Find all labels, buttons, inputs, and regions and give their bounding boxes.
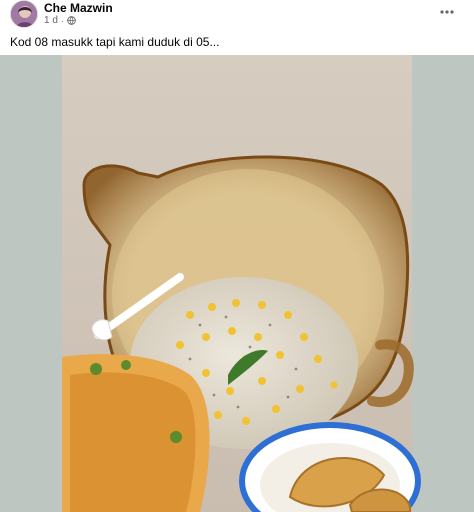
post-caption: Kod 08 masukk tapi kami duduk di 05... — [10, 35, 220, 49]
globe-icon[interactable] — [67, 16, 76, 25]
avatar-image — [11, 1, 37, 27]
meta-separator: · — [60, 15, 64, 26]
author-name[interactable]: Che Mazwin — [44, 1, 113, 15]
post-meta: 1 d · — [44, 15, 76, 26]
post-photo[interactable] — [0, 55, 474, 512]
avatar[interactable] — [10, 0, 38, 28]
post-header: Che Mazwin 1 d · — [0, 0, 474, 30]
more-options-button[interactable] — [436, 4, 458, 20]
post-time[interactable]: 1 d — [44, 15, 58, 26]
more-horizontal-icon — [440, 10, 454, 14]
food-photo-illustration — [0, 55, 474, 512]
